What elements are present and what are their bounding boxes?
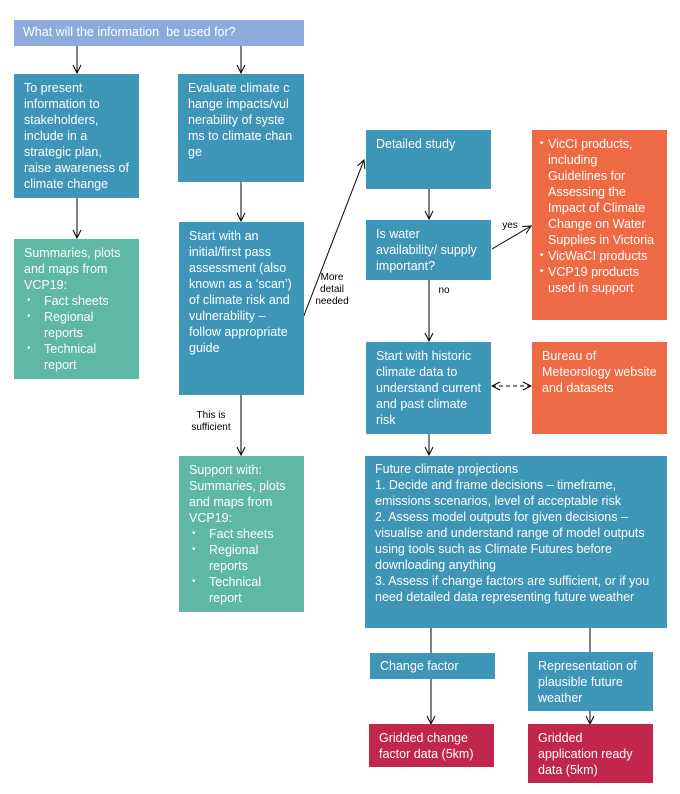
water-question-box: Is water availability/ supply important? — [366, 220, 491, 280]
gridded-change-factor-text: Gridded change factor data (5km) — [379, 731, 474, 761]
viccl-products-item: VicWaCI products — [540, 248, 659, 264]
representation-box: Representation of plausible future weath… — [528, 652, 653, 711]
summaries-list: Fact sheets Regional reports Technical r… — [24, 293, 129, 373]
support-item: Regional reports — [189, 542, 294, 574]
viccl-products-item: VicCI products, including Guidelines for… — [540, 136, 659, 248]
gridded-application-text: Gridded application ready data (5km) — [538, 731, 633, 777]
question-box: What will the information be used for? — [14, 20, 304, 46]
label-yes: yes — [502, 220, 518, 231]
detailed-study-box: Detailed study — [366, 130, 491, 189]
viccl-products-item: VCP19 products used in support — [540, 264, 659, 296]
summaries-item: Regional reports — [24, 309, 129, 341]
initial-assessment-text: Start with an initial/first pass assessm… — [189, 229, 292, 355]
gridded-application-box: Gridded application ready data (5km) — [528, 724, 653, 783]
historic-data-text: Start with historic climate data to unde… — [376, 349, 481, 427]
present-text: To present information to stakeholders, … — [24, 81, 129, 191]
summaries-box: Summaries, plots and maps from VCP19: Fa… — [14, 239, 139, 379]
bom-box: Bureau of Meteorology website and datase… — [532, 342, 667, 434]
support-box: Support with: Summaries, plots and maps … — [179, 456, 304, 612]
change-factor-box: Change factor — [370, 653, 495, 679]
support-list: Fact sheets Regional reports Technical r… — [189, 526, 294, 606]
summaries-item: Technical report — [24, 341, 129, 373]
representation-text: Representation of plausible future weath… — [538, 659, 637, 705]
future-step: 2. Assess model outputs for given decisi… — [375, 510, 645, 572]
historic-data-box: Start with historic climate data to unde… — [366, 342, 491, 434]
summaries-item: Fact sheets — [24, 293, 129, 309]
label-more-detail: More detail needed — [315, 272, 349, 307]
support-intro: Support with: Summaries, plots and maps … — [189, 463, 286, 525]
change-factor-text: Change factor — [380, 659, 459, 673]
future-projections-box: Future climate projections 1. Decide and… — [365, 456, 667, 628]
summaries-intro: Summaries, plots and maps from VCP19: — [24, 246, 121, 292]
label-sufficient: This is sufficient — [191, 410, 231, 433]
evaluate-text: Evaluate climate change impacts/vulnerab… — [188, 81, 293, 159]
gridded-change-factor-box: Gridded change factor data (5km) — [369, 724, 494, 767]
support-item: Technical report — [189, 574, 294, 606]
initial-assessment-box: Start with an initial/first pass assessm… — [179, 222, 304, 395]
label-no: no — [438, 285, 450, 296]
question-text: What will the information be used for? — [23, 25, 236, 39]
future-step: 1. Decide and frame decisions – timefram… — [375, 478, 621, 508]
water-question-text: Is water availability/ supply important? — [376, 227, 477, 273]
future-step: 3. Assess if change factors are sufficie… — [375, 574, 650, 604]
future-projections-title: Future climate projections — [375, 462, 519, 476]
viccl-products-list: VicCI products, including Guidelines for… — [540, 136, 659, 296]
evaluate-box: Evaluate climate change impacts/vulnerab… — [178, 74, 304, 182]
present-box: To present information to stakeholders, … — [14, 74, 139, 198]
viccl-products-box: VicCI products, including Guidelines for… — [532, 130, 667, 320]
support-item: Fact sheets — [189, 526, 294, 542]
detailed-study-text: Detailed study — [376, 137, 456, 151]
bom-text: Bureau of Meteorology website and datase… — [542, 349, 657, 395]
